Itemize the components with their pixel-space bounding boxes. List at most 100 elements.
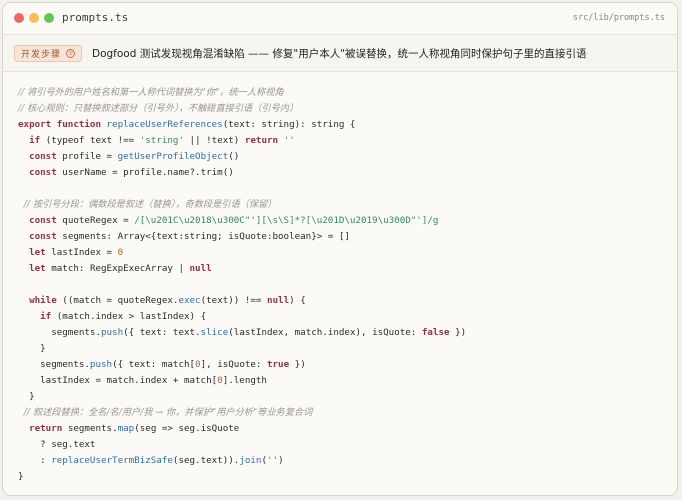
code-keyword: let — [29, 247, 46, 258]
code-keyword: return — [29, 423, 63, 434]
code-comment: // 核心规则：只替换叙述部分（引号外），不触碰直接引语（引号内） — [18, 103, 299, 114]
editor-window: prompts.ts src/lib/prompts.ts 开发步骤 ② Dog… — [2, 2, 678, 496]
code-text: ) { — [289, 295, 306, 306]
code-line: // 核心规则：只替换叙述部分（引号外），不触碰直接引语（引号内） — [3, 101, 677, 117]
code-text: ? seg.text — [18, 439, 96, 450]
code-keyword: const — [29, 151, 57, 162]
code-line: // 叙述段替换：全名/名/用户/我 → 你，并保护"用户分析"等业务复合词 — [3, 405, 677, 421]
code-keyword: const — [29, 215, 57, 226]
code-function: push — [89, 359, 113, 370]
code-text: quoteRegex = — [56, 215, 135, 226]
code-block[interactable]: // 将引号外的用户姓名和第一人称代词替换为"你"，统一人称视角 // 核心规则：… — [3, 85, 677, 485]
code-string: 'string' — [139, 135, 184, 146]
code-line: // 将引号外的用户姓名和第一人称代词替换为"你"，统一人称视角 — [3, 85, 677, 101]
close-window-button[interactable] — [14, 13, 24, 23]
code-text: lastIndex = — [45, 247, 118, 258]
code-text: segments. — [62, 423, 118, 434]
code-function: slice — [200, 327, 229, 338]
code-line: lastIndex = match.index + match[0].lengt… — [3, 373, 677, 389]
code-keyword: true — [266, 359, 290, 370]
code-function: exec — [178, 295, 201, 306]
code-text: ], isQuote: — [200, 359, 267, 370]
code-line: let lastIndex = 0 — [3, 245, 677, 261]
code-text: match: RegExpExecArray | — [45, 263, 190, 274]
code-string: '' — [278, 135, 295, 146]
code-text: ({ text: text. — [123, 327, 201, 338]
code-comment: // 将引号外的用户姓名和第一人称代词替换为"你"，统一人称视角 — [18, 87, 284, 98]
code-text: (match.index > lastIndex) { — [51, 311, 207, 322]
step-badge: 开发步骤 ② — [14, 45, 83, 62]
code-function: replaceUserReferences — [106, 119, 223, 130]
code-text: segments. — [18, 359, 90, 370]
code-text: (lastIndex, match.index), isQuote: — [228, 327, 422, 338]
code-text: : — [18, 455, 52, 466]
code-line: const profile = getUserProfileObject() — [3, 149, 677, 165]
code-line: const quoteRegex = /[\u201C\u2018\u300C"… — [3, 213, 677, 229]
code-line: export function replaceUserReferences(te… — [3, 117, 677, 133]
code-keyword: null — [189, 263, 212, 274]
code-keyword: null — [266, 295, 290, 306]
code-line: segments.push({ text: text.slice(lastInd… — [3, 325, 677, 341]
code-text: || !text) — [184, 135, 245, 146]
code-text: (seg => seg.isQuote — [134, 423, 240, 434]
code-comment: // 叙述段替换：全名/名/用户/我 → 你，并保护"用户分析"等业务复合词 — [18, 407, 313, 418]
code-keyword: export function — [18, 119, 107, 130]
code-keyword: while — [29, 295, 57, 306]
code-text: (seg.text)). — [172, 455, 240, 466]
code-text: () — [228, 151, 240, 162]
code-line: } — [3, 341, 677, 357]
code-function: replaceUserTermBizSafe — [51, 455, 173, 466]
code-line: const userName = profile.name?.trim() — [3, 165, 677, 181]
code-text: (typeof text !== — [40, 135, 140, 146]
code-text: segments: Array<{text:string; isQuote:bo… — [56, 231, 350, 242]
code-line: if (match.index > lastIndex) { — [3, 309, 677, 325]
step-title: Dogfood 测试发现视角混淆缺陷 —— 修复"用户本人"被误替换，统一人称视… — [92, 48, 587, 60]
code-line: // 按引号分段：偶数段是叙述（替换），奇数段是引语（保留） — [3, 197, 677, 213]
code-text: profile = — [56, 151, 118, 162]
code-text: (text: string): string { — [222, 119, 356, 130]
maximize-window-button[interactable] — [44, 13, 54, 23]
code-text: } — [18, 391, 35, 402]
code-line: const segments: Array<{text:string; isQu… — [3, 229, 677, 245]
code-text: }) — [449, 327, 467, 338]
code-text: segments. — [18, 327, 101, 338]
file-name: prompts.ts — [62, 11, 129, 24]
minimize-window-button[interactable] — [29, 13, 39, 23]
code-line: } — [3, 469, 677, 485]
code-line: return segments.map(seg => seg.isQuote — [3, 421, 677, 437]
code-line: let match: RegExpExecArray | null — [3, 261, 677, 277]
code-text: } — [18, 471, 24, 482]
step-badge-label: 开发步骤 — [21, 50, 62, 60]
step-header: 开发步骤 ② Dogfood 测试发现视角混淆缺陷 —— 修复"用户本人"被误替… — [3, 35, 677, 72]
code-keyword: if — [40, 311, 52, 322]
code-string: /[\u201C\u2018\u300C"'][\s\S]*?[\u201D\u… — [134, 215, 439, 226]
code-line: : replaceUserTermBizSafe(seg.text)).join… — [3, 453, 677, 469]
code-text: lastIndex = match.index + match[ — [18, 375, 218, 386]
code-text: ].length — [222, 375, 267, 386]
code-text: userName = profile.name?.trim() — [56, 167, 234, 178]
code-text: ) — [278, 455, 284, 466]
code-text: (text)) !== — [200, 295, 267, 306]
title-bar: prompts.ts src/lib/prompts.ts — [3, 3, 677, 35]
code-line: } — [3, 389, 677, 405]
code-number: 0 — [117, 247, 124, 258]
code-keyword: const — [29, 167, 57, 178]
code-function: push — [100, 327, 124, 338]
code-keyword: const — [29, 231, 57, 242]
code-function: map — [117, 423, 135, 434]
code-function: join — [239, 455, 262, 466]
code-string: '' — [266, 455, 279, 466]
code-function: getUserProfileObject — [117, 151, 229, 162]
step-number-icon: ② — [66, 49, 76, 58]
code-line: if (typeof text !== 'string' || !text) r… — [3, 133, 677, 149]
